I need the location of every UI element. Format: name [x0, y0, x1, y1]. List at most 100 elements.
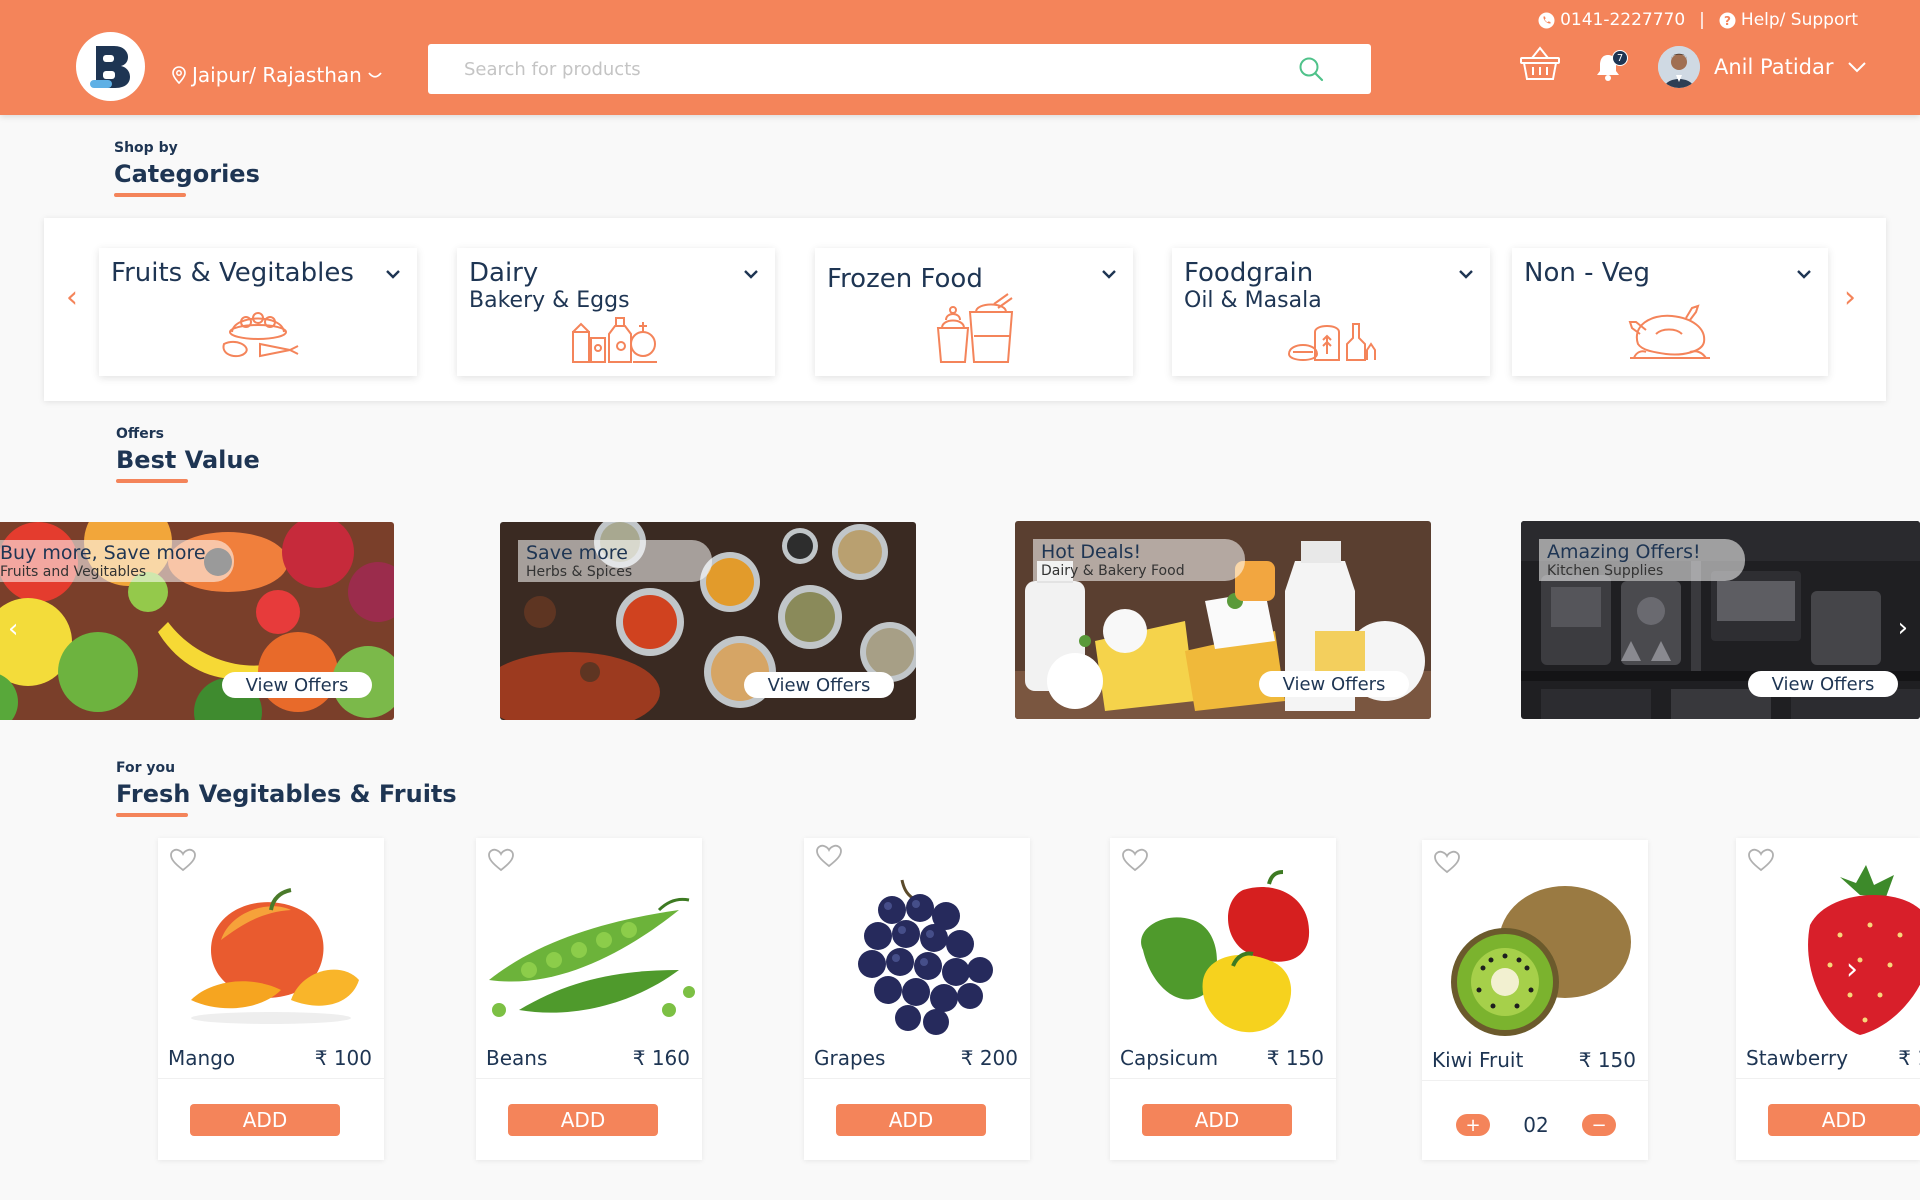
dairy-icon [572, 317, 657, 363]
heading-underline [114, 193, 186, 197]
category-title: Fruits & Vegitables [111, 258, 354, 288]
offer-card-dairy[interactable]: Hot Deals! Dairy & Bakery Food View Offe… [1015, 521, 1431, 719]
category-card-dairy[interactable]: Dairy Bakery & Eggs [457, 248, 775, 376]
category-card-foodgrain[interactable]: Foodgrain Oil & Masala [1172, 248, 1490, 376]
offer-subtitle: Herbs & Spices [526, 564, 633, 580]
add-to-cart-button[interactable]: ADD [508, 1104, 658, 1136]
notification-badge: 7 [1612, 50, 1628, 66]
chevron-down-icon [1847, 61, 1866, 72]
chevron-down-icon[interactable] [1796, 268, 1812, 280]
avatar [1658, 46, 1700, 88]
category-subtitle: Oil & Masala [1184, 288, 1322, 313]
notification-bell[interactable]: 7 [1594, 50, 1628, 84]
search-input[interactable] [428, 44, 1291, 94]
divider [804, 1078, 1030, 1079]
categories-kicker: Shop by [114, 140, 178, 156]
category-next-arrow[interactable]: › [1844, 280, 1856, 315]
product-name: Stawberry [1746, 1046, 1849, 1070]
phone-number: 0141-2227770 [1560, 10, 1686, 30]
offer-prev-arrow[interactable]: ‹ [8, 614, 18, 644]
view-offers-button[interactable]: View Offers [744, 672, 894, 698]
offer-subtitle: Dairy & Bakery Food [1041, 563, 1185, 579]
offer-label: Buy more, Save more Fruits and Vegitable… [0, 540, 234, 582]
product-image [1736, 860, 1920, 1050]
products-title: Fresh Vegitables & Fruits [116, 780, 457, 808]
offers-kicker: Offers [116, 426, 164, 442]
product-name: Mango [168, 1046, 236, 1070]
product-card-grapes[interactable]: Grapes ₹ 200 ADD [804, 838, 1030, 1160]
product-image [1422, 862, 1648, 1052]
svg-text:?: ? [1724, 14, 1731, 28]
product-card-capsicum[interactable]: Capsicum ₹ 150 ADD [1110, 838, 1336, 1160]
decrease-quantity-button[interactable]: − [1581, 1114, 1616, 1136]
help-support-link[interactable]: ? Help/ Support [1719, 10, 1858, 30]
frozen-food-icon [936, 293, 1014, 363]
foodgrain-icon [1287, 323, 1376, 361]
category-title: Frozen Food [827, 264, 983, 294]
product-image [476, 860, 702, 1050]
offers-heading: Offers Best Value [116, 426, 260, 483]
product-name: Grapes [814, 1046, 886, 1070]
offer-card-fruits[interactable]: Buy more, Save more Fruits and Vegitable… [0, 522, 394, 720]
chevron-down-icon[interactable] [743, 268, 759, 280]
category-title: Non - Veg [1524, 258, 1651, 288]
product-price: ₹ 200 [960, 1046, 1018, 1070]
category-prev-arrow[interactable]: ‹ [66, 280, 78, 315]
offer-label: Hot Deals! Dairy & Bakery Food [1033, 539, 1245, 581]
offer-label: Save more Herbs & Spices [518, 540, 713, 582]
view-offers-button[interactable]: View Offers [1259, 671, 1409, 697]
product-price: ₹ 160 [632, 1046, 690, 1070]
header-separator: | [1699, 10, 1705, 30]
user-menu[interactable]: Anil Patidar [1658, 46, 1866, 88]
category-title: Foodgrain [1184, 258, 1314, 288]
chevron-down-icon[interactable] [1458, 268, 1474, 280]
product-image [804, 860, 1030, 1050]
quantity-value: 02 [1523, 1113, 1549, 1137]
category-name: Foodgrain Oil & Masala [1184, 258, 1322, 314]
location-selector[interactable]: Jaipur/ Rajasthan [172, 63, 382, 87]
offer-title: Amazing Offers! [1547, 541, 1701, 563]
offer-next-arrow[interactable]: › [1898, 613, 1908, 643]
product-card-kiwi[interactable]: Kiwi Fruit ₹ 150 + 02 − [1422, 840, 1648, 1160]
offer-card-kitchen[interactable]: Amazing Offers! Kitchen Supplies › View … [1521, 521, 1920, 719]
brand-logo[interactable] [76, 32, 145, 101]
search-bar [428, 44, 1371, 94]
user-avatar-icon [1658, 46, 1700, 88]
category-card-nonveg[interactable]: Non - Veg [1512, 248, 1828, 376]
increase-quantity-button[interactable]: + [1456, 1114, 1490, 1136]
divider [1736, 1078, 1920, 1079]
product-name: Beans [486, 1046, 548, 1070]
categories-title: Categories [114, 160, 260, 188]
quantity-stepper: + 02 − [1456, 1112, 1616, 1138]
phone-link[interactable]: 0141-2227770 [1538, 10, 1685, 30]
category-card-fruits[interactable]: Fruits & Vegitables [99, 248, 417, 376]
divider [158, 1078, 384, 1079]
offer-subtitle: Fruits and Vegitables [0, 564, 147, 580]
divider [1422, 1080, 1648, 1081]
category-card-frozen[interactable]: Frozen Food [815, 248, 1133, 376]
category-name: Frozen Food [827, 264, 983, 294]
search-icon[interactable] [1291, 49, 1331, 89]
products-next-arrow[interactable]: › [1846, 952, 1858, 987]
add-to-cart-button[interactable]: ADD [190, 1104, 340, 1136]
phone-icon [1538, 12, 1555, 28]
location-label: Jaipur/ Rajasthan [192, 63, 362, 87]
add-to-cart-button[interactable]: ADD [1142, 1104, 1292, 1136]
product-card-beans[interactable]: Beans ₹ 160 ADD [476, 838, 702, 1160]
product-price: ₹ 100 [314, 1046, 372, 1070]
offer-label: Amazing Offers! Kitchen Supplies [1539, 539, 1745, 581]
view-offers-button[interactable]: View Offers [222, 672, 372, 698]
cart-icon[interactable] [1519, 46, 1561, 86]
top-contact-bar: 0141-2227770 | ? Help/ Support [1538, 10, 1858, 30]
offer-card-spices[interactable]: Save more Herbs & Spices View Offers [500, 522, 916, 720]
chevron-down-icon[interactable] [385, 268, 401, 280]
product-card-mango[interactable]: Mango ₹ 100 ADD [158, 838, 384, 1160]
view-offers-button[interactable]: View Offers [1748, 671, 1898, 697]
add-to-cart-button[interactable]: ADD [1768, 1104, 1920, 1136]
product-card-strawberry[interactable]: Stawberry ₹ 1 ADD [1736, 838, 1920, 1160]
chevron-down-icon[interactable] [1101, 268, 1117, 280]
offers-title: Best Value [116, 446, 260, 474]
product-image [1110, 860, 1336, 1050]
add-to-cart-button[interactable]: ADD [836, 1104, 986, 1136]
divider [1110, 1078, 1336, 1079]
